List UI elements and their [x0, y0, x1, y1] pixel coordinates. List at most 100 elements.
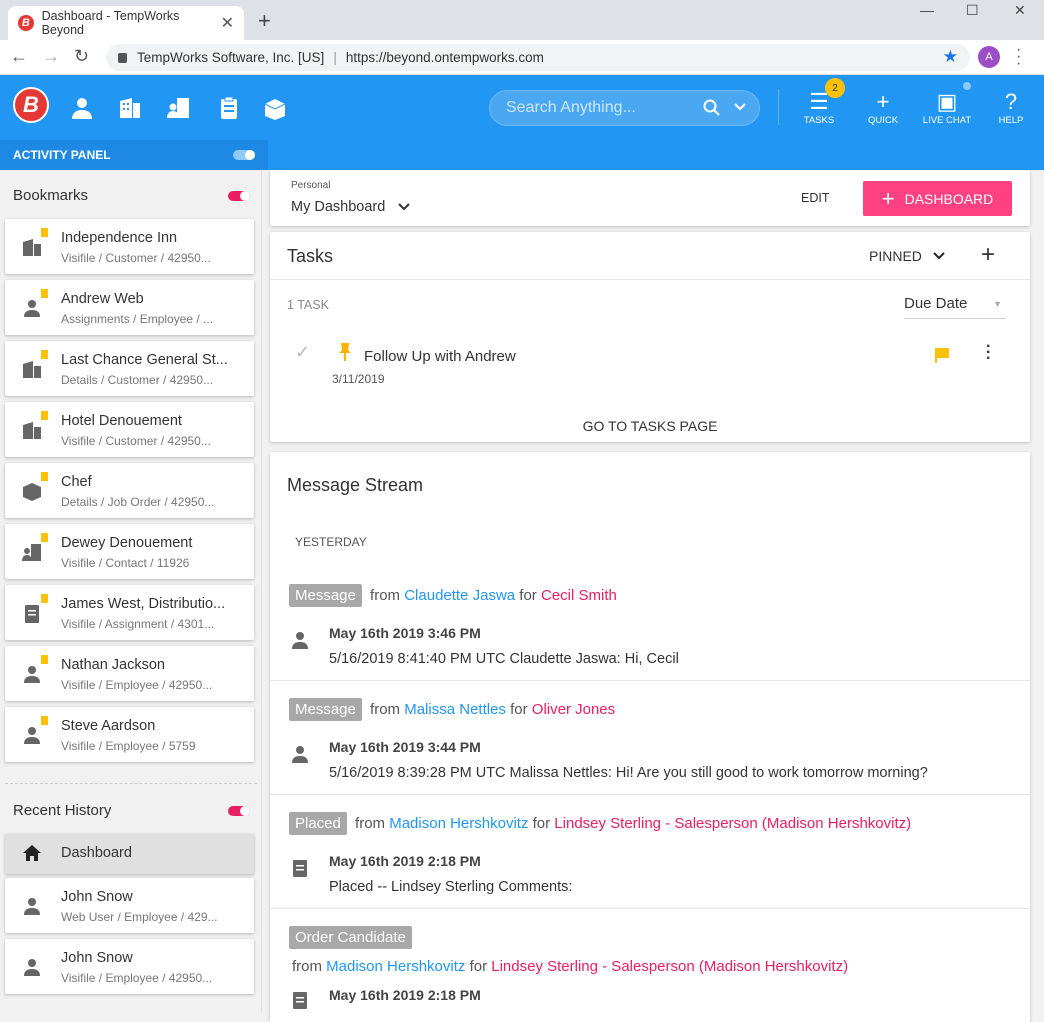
employee-icon[interactable]	[69, 95, 95, 121]
from-label: from	[370, 701, 401, 718]
live-chat-button[interactable]: ▣ LIVE CHAT	[922, 89, 972, 126]
recent-item-title: John Snow	[61, 889, 133, 905]
beyond-logo[interactable]: B	[13, 87, 49, 123]
bookmark-subtitle: Details / Job Order / 42950...	[61, 495, 215, 509]
bookmark-star-icon[interactable]: ★	[943, 47, 958, 67]
chevron-down-icon	[933, 252, 945, 260]
task-title[interactable]: Follow Up with Andrew	[364, 348, 516, 365]
bookmark-item[interactable]: Independence Inn Visifile / Customer / 4…	[5, 219, 254, 274]
person-icon	[292, 746, 308, 763]
tasks-count: 1 TASK	[287, 298, 329, 312]
reload-icon[interactable]: ↻	[74, 46, 89, 67]
bookmark-item[interactable]: James West, Distributio... Visifile / As…	[5, 585, 254, 640]
search-icon[interactable]	[703, 99, 721, 117]
recent-history-toggle[interactable]	[228, 806, 250, 816]
bookmark-item[interactable]: Hotel Denouement Visifile / Customer / 4…	[5, 402, 254, 457]
recipient-link[interactable]: Lindsey Sterling - Salesperson (Madison …	[554, 815, 911, 832]
assignment-clipboard-icon[interactable]	[216, 95, 242, 121]
recipient-link[interactable]: Oliver Jones	[532, 701, 615, 718]
for-label: for	[469, 958, 488, 975]
sort-select[interactable]: Due Date ▼	[904, 295, 1006, 319]
home-icon	[23, 845, 41, 861]
activity-panel-toggle[interactable]	[233, 150, 255, 160]
browser-menu-icon[interactable]: · · ·	[1016, 42, 1021, 72]
edit-button[interactable]: EDIT	[801, 191, 829, 205]
contact-icon	[22, 544, 41, 561]
sort-value: Due Date	[904, 295, 968, 312]
divider	[270, 794, 1030, 795]
quick-button[interactable]: + QUICK	[858, 89, 908, 126]
bookmark-title: Chef	[61, 474, 92, 490]
bookmark-item[interactable]: Dewey Denouement Visifile / Contact / 11…	[5, 524, 254, 579]
contact-icon[interactable]	[166, 95, 192, 121]
search-anything-input[interactable]: Search Anything...	[489, 90, 760, 126]
message-date: May 16th 2019 2:18 PM	[329, 853, 481, 869]
help-label: HELP	[998, 115, 1024, 126]
customer-building-icon[interactable]	[117, 95, 143, 121]
message-date: May 16th 2019 3:46 PM	[329, 625, 481, 641]
tasks-filter-value: PINNED	[869, 248, 922, 264]
profile-avatar[interactable]: A	[978, 46, 1000, 68]
plus-icon: +	[881, 185, 895, 211]
browser-tab[interactable]: B Dashboard - TempWorks Beyond ✕	[8, 6, 244, 40]
task-more-icon[interactable]: · · ·	[986, 339, 991, 367]
bookmark-item[interactable]: Andrew Web Assignments / Employee / ...	[5, 280, 254, 335]
dropdown-arrow-icon: ▼	[993, 299, 1002, 309]
bookmark-item[interactable]: Nathan Jackson Visifile / Employee / 429…	[5, 646, 254, 701]
clipboard-icon	[25, 605, 39, 623]
for-label: for	[519, 587, 537, 604]
go-to-tasks-link[interactable]: GO TO TASKS PAGE	[270, 418, 1030, 434]
recent-item[interactable]: John Snow Visifile / Employee / 42950...	[5, 939, 254, 994]
bookmark-subtitle: Visifile / Employee / 5759	[61, 739, 196, 753]
add-task-icon[interactable]: +	[981, 241, 995, 269]
bookmark-title: Nathan Jackson	[61, 657, 165, 673]
message-stream-panel: Message Stream YESTERDAY Message from Cl…	[270, 452, 1030, 1022]
url-bar[interactable]: TempWorks Software, Inc. [US] | https://…	[106, 44, 970, 71]
bookmark-subtitle: Assignments / Employee / ...	[61, 312, 214, 326]
recipient-link[interactable]: Lindsey Sterling - Salesperson (Madison …	[491, 958, 848, 975]
address-bar-row: ← → ↻ TempWorks Software, Inc. [US] | ht…	[0, 40, 1044, 75]
site-identity: TempWorks Software, Inc. [US]	[137, 50, 325, 65]
sender-link[interactable]: Malissa Nettles	[404, 701, 506, 718]
building-icon	[23, 361, 41, 378]
tasks-filter-select[interactable]: PINNED	[869, 248, 946, 264]
close-window-icon[interactable]: ✕	[1014, 2, 1026, 19]
close-tab-icon[interactable]: ✕	[221, 13, 234, 33]
bookmark-item[interactable]: Last Chance General St... Details / Cust…	[5, 341, 254, 396]
flag-icon[interactable]	[933, 346, 951, 364]
pin-icon[interactable]	[338, 342, 352, 362]
chat-status-dot	[963, 82, 971, 90]
search-placeholder: Search Anything...	[506, 99, 636, 116]
person-icon	[24, 959, 40, 976]
new-tab-icon[interactable]: +	[258, 8, 271, 34]
job-order-box-icon[interactable]	[262, 95, 288, 121]
help-button[interactable]: ? HELP	[986, 89, 1036, 126]
from-label: from	[355, 815, 386, 832]
tasks-label: TASKS	[803, 115, 835, 126]
minimize-icon[interactable]: —	[920, 2, 934, 18]
activity-sidebar: Bookmarks Independence Inn Visifile / Cu…	[0, 170, 262, 1012]
bookmark-item[interactable]: Steve Aardson Visifile / Employee / 5759	[5, 707, 254, 762]
bookmarks-toggle[interactable]	[228, 191, 250, 201]
sender-link[interactable]: Madison Hershkovitz	[389, 815, 528, 832]
add-dashboard-button[interactable]: + DASHBOARD	[863, 181, 1012, 216]
plus-icon: +	[876, 89, 890, 114]
recent-item-dashboard[interactable]: Dashboard	[5, 834, 254, 874]
sender-link[interactable]: Claudette Jaswa	[404, 587, 515, 604]
forward-icon[interactable]: →	[42, 46, 60, 67]
bookmark-item[interactable]: Chef Details / Job Order / 42950...	[5, 463, 254, 518]
clipboard-icon	[293, 860, 307, 877]
activity-panel-label: ACTIVITY PANEL	[13, 148, 111, 162]
bookmark-subtitle: Visifile / Contact / 11926	[61, 556, 190, 570]
chevron-down-icon[interactable]	[733, 100, 747, 114]
maximize-icon[interactable]: ☐	[966, 2, 979, 19]
dashboard-select[interactable]: My Dashboard	[291, 199, 411, 215]
sender-link[interactable]: Madison Hershkovitz	[326, 958, 465, 975]
url-text: https://beyond.ontempworks.com	[345, 50, 544, 65]
divider	[270, 680, 1030, 681]
complete-check-icon[interactable]: ✓	[295, 342, 310, 363]
back-icon[interactable]: ←	[10, 46, 28, 67]
recipient-link[interactable]: Cecil Smith	[541, 587, 617, 604]
recent-item[interactable]: John Snow Web User / Employee / 429...	[5, 878, 254, 933]
bookmark-subtitle: Visifile / Assignment / 4301...	[61, 617, 215, 631]
